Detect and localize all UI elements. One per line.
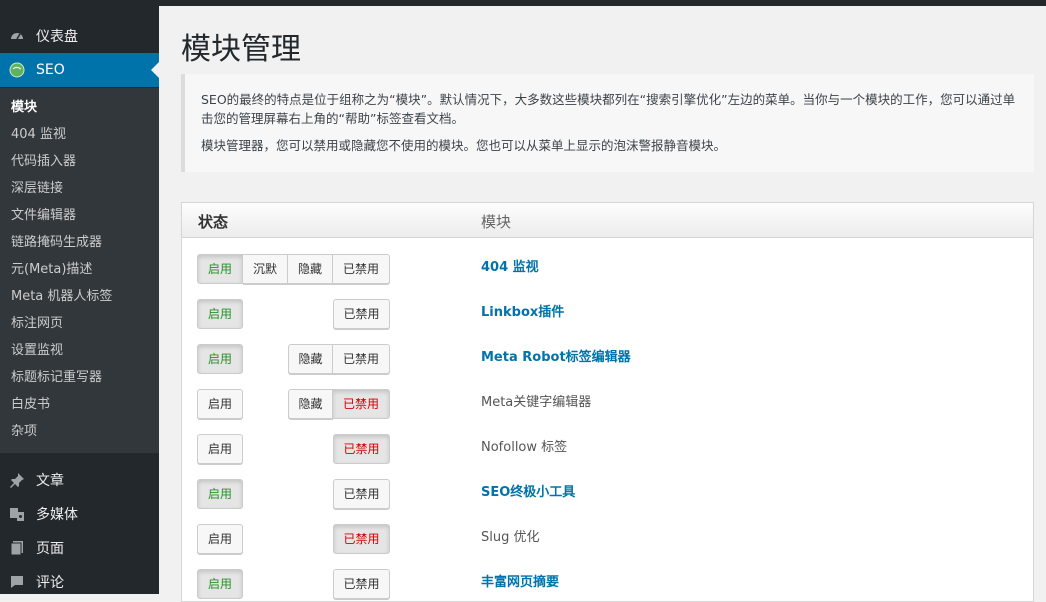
- silent-button[interactable]: 沉默: [243, 254, 288, 284]
- module-name[interactable]: Meta Robot标签编辑器: [481, 346, 631, 365]
- module-column-header: 模块: [481, 213, 512, 231]
- disable-button[interactable]: 已禁用: [333, 569, 390, 599]
- table-row: 启用 已禁用 Linkbox插件: [182, 284, 1035, 329]
- table-row: 启用 已禁用 SEO终极小工具: [182, 464, 1035, 509]
- disable-button[interactable]: 已禁用: [333, 299, 390, 329]
- seo-submenu-item[interactable]: 杂项: [0, 418, 159, 445]
- module-name: Slug 优化: [481, 530, 540, 545]
- seo-icon: [8, 61, 26, 79]
- media-icon: [8, 505, 26, 523]
- enable-button[interactable]: 启用: [197, 434, 243, 464]
- seo-submenu-item[interactable]: 深层链接: [0, 175, 159, 202]
- module-name[interactable]: SEO终极小工具: [481, 481, 575, 500]
- seo-submenu-item[interactable]: 设置监视: [0, 337, 159, 364]
- help-notice: SEO的最终的特点是位于组称之为“模块”。默认情况下，大多数这些模块都列在“搜索…: [181, 74, 1034, 172]
- menu-dashboard[interactable]: 仪表盘: [0, 19, 159, 53]
- disable-button[interactable]: 已禁用: [333, 389, 390, 419]
- disable-button[interactable]: 已禁用: [333, 254, 390, 284]
- module-name: Meta关键字编辑器: [481, 395, 592, 410]
- enable-button[interactable]: 启用: [197, 254, 243, 284]
- page-title: 模块管理: [181, 32, 301, 67]
- seo-submenu-item[interactable]: 模块: [0, 94, 159, 121]
- module-name[interactable]: Linkbox插件: [481, 301, 564, 320]
- menu-pages-label: 页面: [36, 541, 64, 557]
- hide-button[interactable]: 隐藏: [288, 344, 333, 374]
- table-row: 启用 沉默 隐藏 已禁用 404 监视: [182, 239, 1035, 284]
- menu-seo[interactable]: SEO: [0, 53, 159, 87]
- help-text-2: 模块管理器，您可以禁用或隐藏您不使用的模块。您也可以从菜单上显示的泡沫警报静音模…: [201, 138, 727, 153]
- seo-submenu-item[interactable]: 白皮书: [0, 391, 159, 418]
- table-row: 启用 已禁用 Nofollow 标签: [182, 419, 1035, 464]
- menu-posts-label: 文章: [36, 473, 64, 489]
- table-row: 启用 隐藏 已禁用 Meta关键字编辑器: [182, 374, 1035, 419]
- main-content: 模块管理 SEO的最终的特点是位于组称之为“模块”。默认情况下，大多数这些模块都…: [159, 6, 1046, 602]
- menu-pages[interactable]: 页面: [0, 531, 159, 565]
- page-icon: [8, 539, 26, 557]
- hide-button[interactable]: 隐藏: [288, 389, 333, 419]
- enable-button[interactable]: 启用: [197, 524, 243, 554]
- seo-submenu-item[interactable]: Meta 机器人标签: [0, 283, 159, 310]
- disable-button[interactable]: 已禁用: [333, 524, 390, 554]
- comment-icon: [8, 573, 26, 591]
- status-column-header: 状态: [198, 213, 229, 231]
- module-name[interactable]: 丰富网页摘要: [481, 571, 559, 590]
- menu-dashboard-label: 仪表盘: [36, 29, 78, 45]
- seo-submenu-item[interactable]: 404 监视: [0, 121, 159, 148]
- menu-posts[interactable]: 文章: [0, 463, 159, 497]
- pin-icon: [8, 471, 26, 489]
- table-header: 状态 模块: [182, 203, 1033, 238]
- table-row: 启用 隐藏 已禁用 Meta Robot标签编辑器: [182, 329, 1035, 374]
- menu-seo-label: SEO: [36, 62, 65, 78]
- hide-button[interactable]: 隐藏: [288, 254, 333, 284]
- seo-submenu-item[interactable]: 标题标记重写器: [0, 364, 159, 391]
- enable-button[interactable]: 启用: [197, 479, 243, 509]
- disable-button[interactable]: 已禁用: [333, 479, 390, 509]
- disable-button[interactable]: 已禁用: [333, 344, 390, 374]
- table-row: 启用 已禁用 丰富网页摘要: [182, 554, 1035, 599]
- enable-button[interactable]: 启用: [197, 569, 243, 599]
- module-table: 状态 模块 启用 沉默 隐藏 已禁用 404 监视 启用 已禁用 Linkbox插件 启用 隐藏已…: [181, 202, 1034, 602]
- table-row: 启用 已禁用 Slug 优化: [182, 509, 1035, 554]
- seo-submenu-item[interactable]: 代码插入器: [0, 148, 159, 175]
- enable-button[interactable]: 启用: [197, 389, 243, 419]
- disable-button[interactable]: 已禁用: [333, 434, 390, 464]
- dashboard-icon: [8, 27, 26, 45]
- seo-submenu: 模块 404 监视 代码插入器 深层链接 文件编辑器 链路掩码生成器 元(Meta)描述 Me…: [0, 88, 159, 453]
- enable-button[interactable]: 启用: [197, 299, 243, 329]
- menu-media-label: 多媒体: [36, 507, 78, 523]
- enable-button[interactable]: 启用: [197, 344, 243, 374]
- help-text-1: SEO的最终的特点是位于组称之为“模块”。默认情况下，大多数这些模块都列在“搜索…: [201, 92, 1016, 126]
- seo-submenu-item[interactable]: 文件编辑器: [0, 202, 159, 229]
- admin-sidebar: 仪表盘 SEO 模块 404 监视 代码插入器 深层链接 文件编辑器 链路掩码生成器 元(M…: [0, 0, 159, 594]
- menu-media[interactable]: 多媒体: [0, 497, 159, 531]
- module-name: Nofollow 标签: [481, 440, 568, 455]
- module-name[interactable]: 404 监视: [481, 256, 539, 275]
- seo-submenu-item[interactable]: 元(Meta)描述: [0, 256, 159, 283]
- seo-submenu-item[interactable]: 链路掩码生成器: [0, 229, 159, 256]
- seo-submenu-item[interactable]: 标注网页: [0, 310, 159, 337]
- menu-comments-label: 评论: [36, 575, 64, 591]
